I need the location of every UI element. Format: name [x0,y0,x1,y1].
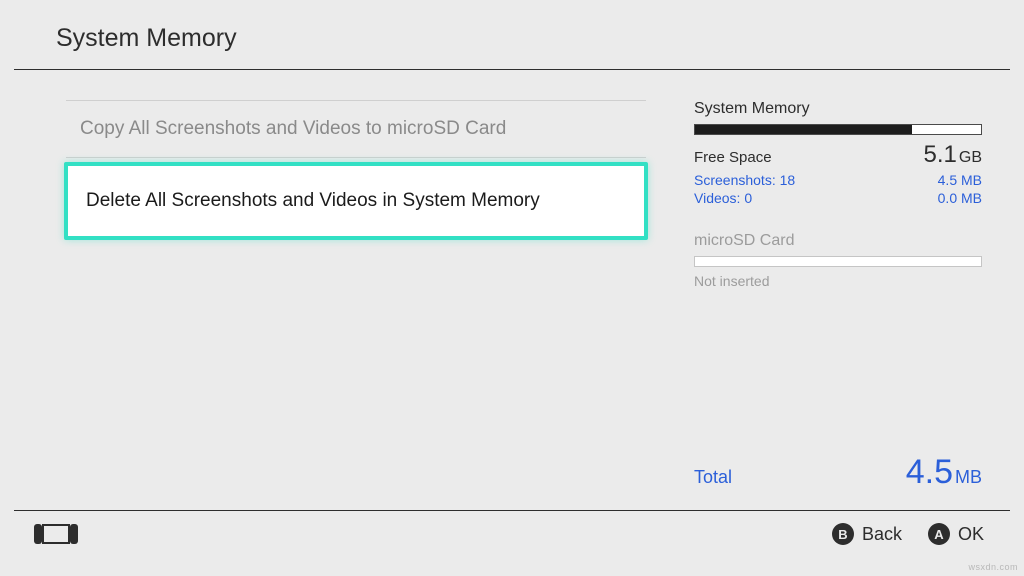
total-unit: MB [955,467,982,487]
back-label: Back [862,524,902,545]
videos-label: Videos: 0 [694,190,752,206]
free-space-label: Free Space [694,149,772,166]
microsd-status: Not inserted [694,273,982,289]
system-memory-bar [694,124,982,135]
page-title: System Memory [56,24,968,53]
footer-bar: B Back A OK [0,511,1024,545]
system-memory-title: System Memory [694,100,982,118]
microsd-bar [694,256,982,267]
videos-size: 0.0 MB [938,190,982,206]
videos-row[interactable]: Videos: 0 0.0 MB [694,190,982,206]
controller-icon [34,524,78,544]
free-space-row: Free Space 5.1GB [694,141,982,169]
total-value-wrap: 4.5MB [906,453,982,492]
free-space-value: 5.1GB [924,141,983,169]
total-row: Total 4.5MB [694,453,982,492]
content-area: Copy All Screenshots and Videos to micro… [0,70,1024,510]
microsd-block: microSD Card Not inserted [694,232,982,289]
screenshots-label: Screenshots: 18 [694,172,795,188]
ok-action[interactable]: A OK [928,523,984,545]
system-memory-block: System Memory Free Space 5.1GB Screensho… [694,100,982,206]
menu-list: Copy All Screenshots and Videos to micro… [66,100,646,240]
ok-label: OK [958,524,984,545]
screenshots-row[interactable]: Screenshots: 18 4.5 MB [694,172,982,188]
menu-item-delete-all[interactable]: Delete All Screenshots and Videos in Sys… [64,162,648,240]
storage-panel: System Memory Free Space 5.1GB Screensho… [674,70,1010,510]
watermark: wsxdn.com [968,562,1018,572]
menu-item-copy-to-sd[interactable]: Copy All Screenshots and Videos to micro… [66,101,646,158]
a-button-icon: A [928,523,950,545]
page-header: System Memory [0,0,1024,69]
b-button-icon: B [832,523,854,545]
total-label: Total [694,467,732,488]
menu-panel: Copy All Screenshots and Videos to micro… [14,70,674,510]
screenshots-size: 4.5 MB [938,172,982,188]
microsd-title: microSD Card [694,232,982,250]
total-value: 4.5 [906,453,953,491]
system-memory-bar-fill [695,125,912,134]
back-action[interactable]: B Back [832,523,902,545]
footer-actions: B Back A OK [832,523,984,545]
